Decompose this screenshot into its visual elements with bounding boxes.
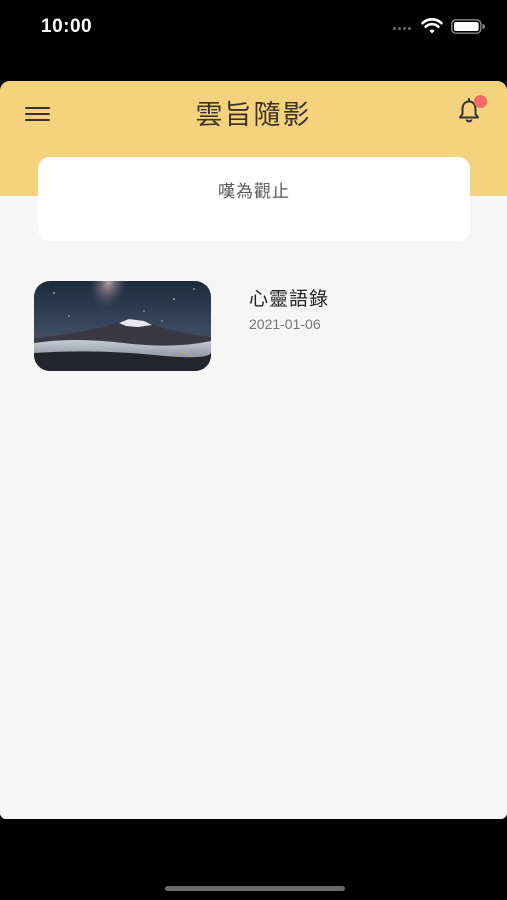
wifi-icon — [421, 18, 443, 34]
page-title: 雲旨隨影 — [195, 100, 312, 131]
notice-text: 嘆為觀止 — [218, 182, 290, 202]
cellular-signal-icon — [393, 27, 411, 30]
article-thumbnail — [34, 281, 211, 371]
status-time: 10:00 — [41, 16, 93, 37]
app-sheet: 雲旨隨影 嘆為觀止 心靈語錄 2021-01-06 — [0, 81, 507, 819]
article-date: 2021-01-06 — [249, 316, 321, 332]
phone-screen: 10:00 雲旨隨影 嘆為觀止 心靈語錄 2021-01-06 — [0, 0, 507, 900]
battery-icon — [451, 19, 485, 34]
article-title: 心靈語錄 — [249, 288, 330, 310]
status-bar: 10:00 — [0, 0, 507, 60]
list-item[interactable]: 心靈語錄 2021-01-06 — [34, 281, 474, 371]
notification-badge — [474, 95, 487, 108]
home-indicator[interactable] — [165, 886, 345, 891]
notice-card: 嘆為觀止 — [38, 157, 470, 241]
